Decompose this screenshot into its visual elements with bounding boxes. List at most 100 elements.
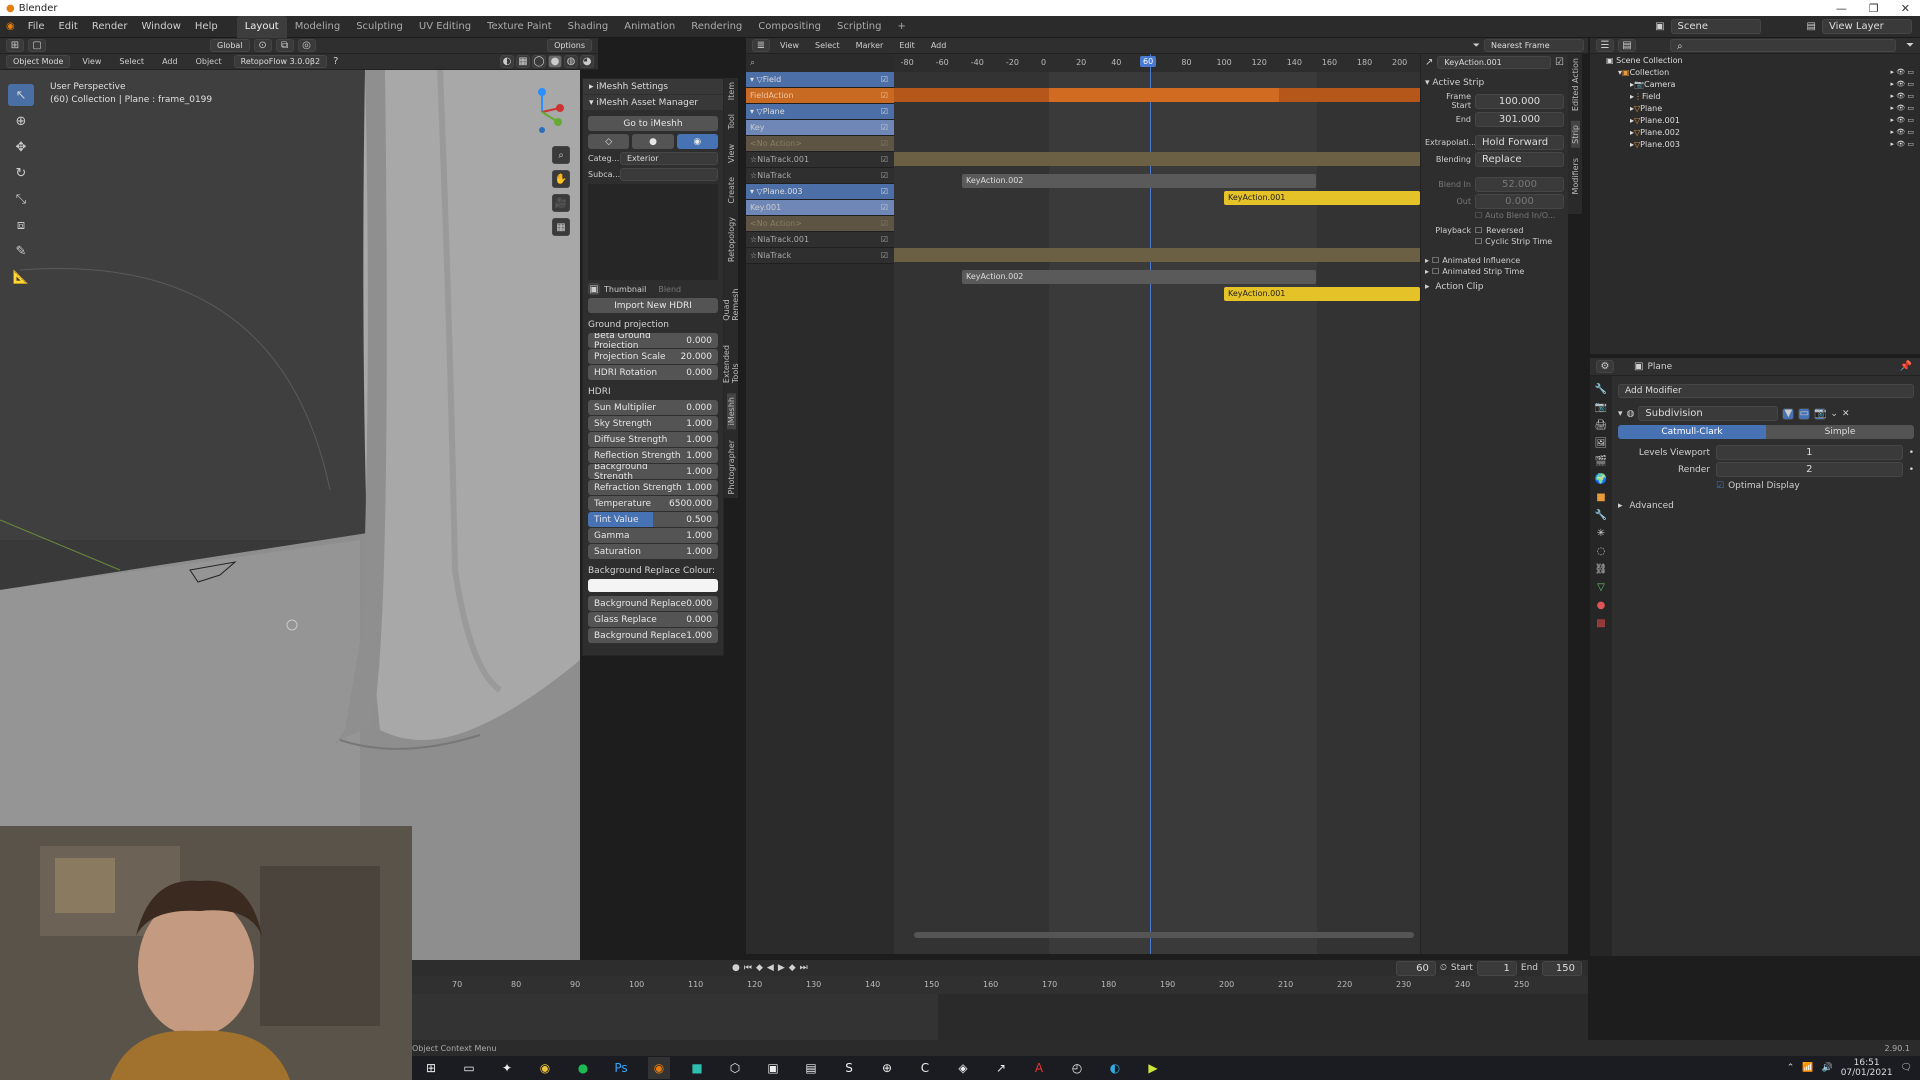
tab-animation[interactable]: Animation — [616, 16, 683, 38]
move-tool-icon[interactable]: ✥ — [8, 136, 34, 158]
output-icon[interactable]: 🖨 — [1595, 420, 1608, 431]
ortho-grid-icon[interactable]: ▦ — [552, 218, 570, 236]
app-icon[interactable]: ▤ — [800, 1057, 822, 1079]
texture-icon[interactable]: ▩ — [1596, 618, 1605, 629]
pin-icon[interactable]: 📌 — [1900, 361, 1920, 372]
menu-window[interactable]: Window — [134, 16, 187, 38]
tab-layout[interactable]: Layout — [236, 15, 287, 38]
add-modifier-dropdown[interactable]: Add Modifier — [1618, 384, 1914, 398]
nla-menu-select[interactable]: Select — [809, 41, 846, 50]
outliner-search[interactable]: ⌕ — [1670, 39, 1896, 52]
extrapolation-dropdown[interactable]: Hold Forward — [1475, 135, 1564, 150]
diffuse-strength-field[interactable]: Diffuse Strength 1.000 — [588, 432, 718, 447]
tab-quad-remesh[interactable]: Quad Remesh — [722, 272, 740, 325]
imesh-settings-header[interactable]: ▸ iMeshh Settings — [583, 79, 723, 94]
projection-scale-field[interactable]: Projection Scale 20.000 — [588, 349, 718, 364]
xray-icon[interactable]: ▦ — [516, 55, 530, 68]
strip-mute-checkbox[interactable]: ☑ — [1555, 57, 1564, 68]
nla-menu-edit[interactable]: Edit — [893, 41, 921, 50]
track-mute-checkbox[interactable]: ☑ — [881, 139, 888, 148]
auto-blend-row[interactable]: ☐ Auto Blend In/O... — [1475, 211, 1564, 220]
blender-menu-icon[interactable]: ◉ — [0, 21, 21, 32]
background-replace-field-2[interactable]: Background Replace 1.000 — [588, 628, 718, 643]
nla-menu-marker[interactable]: Marker — [850, 41, 890, 50]
collapse-chevron-icon[interactable]: ▾ — [1618, 409, 1623, 419]
playhead-frame[interactable]: 60 — [1140, 56, 1157, 67]
acrobat-icon[interactable]: A — [1028, 1057, 1050, 1079]
tint-value-slider[interactable]: Tint Value 0.500 — [588, 512, 718, 527]
auto-blend-checkbox[interactable]: ☐ — [1475, 211, 1482, 220]
network-icon[interactable]: 📶 — [1802, 1063, 1813, 1073]
nla-strip[interactable]: KeyAction.002 — [962, 174, 1316, 188]
measure-tool-icon[interactable]: 📐 — [8, 266, 34, 288]
nla-track-row[interactable]: Key.001 ☑ — [746, 200, 894, 216]
modifier-icon[interactable]: 🔧 — [1595, 510, 1607, 521]
modifier-remove-icon[interactable]: ✕ — [1842, 409, 1850, 419]
spotify-icon[interactable]: ● — [572, 1057, 594, 1079]
nla-track-row[interactable]: ☆ NlaTrack ☑ — [746, 248, 894, 264]
asset-preview-area[interactable] — [588, 184, 718, 280]
blending-dropdown[interactable]: Replace — [1475, 152, 1564, 167]
thumbnail-icon[interactable]: ▣ — [588, 283, 600, 295]
tab-create[interactable]: Create — [727, 173, 736, 208]
nla-track-row[interactable]: Key ☑ — [746, 120, 894, 136]
import-hdri-button[interactable]: Import New HDRI — [588, 298, 718, 313]
timeline-ruler[interactable]: 70 80 90 100 110 120 130 140 150 160 170 180 190 200 2… — [412, 976, 1588, 994]
end-frame-field[interactable]: 150 — [1542, 960, 1582, 976]
nla-strip-area[interactable]: -80-60-40-20020406080100120140160180200 … — [894, 54, 1420, 954]
solo-star-icon[interactable]: ☆ — [750, 171, 757, 180]
cyclic-row[interactable]: ☐ Cyclic Strip Time — [1475, 237, 1564, 246]
camera-view-icon[interactable]: 🎥 — [552, 194, 570, 212]
goto-imesh-button[interactable]: Go to iMeshh — [588, 116, 718, 131]
advanced-panel[interactable]: ▸ Advanced — [1618, 501, 1914, 511]
track-mute-checkbox[interactable]: ☑ — [881, 203, 888, 212]
tab-retopology[interactable]: Retopology — [727, 213, 736, 266]
viewport-menu-select[interactable]: Select — [113, 57, 150, 66]
sun-multiplier-field[interactable]: Sun Multiplier 0.000 — [588, 400, 718, 415]
shading-rendered-icon[interactable]: ◕ — [580, 55, 594, 68]
keyframe-dot-icon[interactable]: • — [1909, 448, 1914, 458]
prev-key-icon[interactable]: ◆ — [756, 963, 763, 973]
solo-star-icon[interactable]: ☆ — [750, 235, 757, 244]
nla-track-row[interactable]: ☆ NlaTrack.001 ☑ — [746, 232, 894, 248]
menu-help[interactable]: Help — [188, 16, 225, 38]
nla-track-row[interactable]: ▾ ▽ Field ☑ — [746, 72, 894, 88]
rotate-tool-icon[interactable]: ↻ — [8, 162, 34, 184]
tab-view[interactable]: View — [727, 140, 736, 167]
tab-uv-editing[interactable]: UV Editing — [411, 16, 479, 38]
nla-menu-view[interactable]: View — [774, 41, 805, 50]
blend-in-field[interactable]: 52.000 — [1475, 177, 1564, 192]
nla-ruler[interactable]: -80 -60 -40 -20 0 20 40 60 80 100 120 140 160 180 200 — [894, 54, 1420, 72]
scene-props-icon[interactable]: 🎬 — [1595, 456, 1607, 467]
frame-start-field[interactable]: 100.000 — [1475, 93, 1564, 109]
snap-icon[interactable]: ⧉ — [275, 39, 294, 52]
nla-track-row[interactable]: ☆ NlaTrack ☑ — [746, 168, 894, 184]
visibility-toggle-icon[interactable]: ▸ 👁 ▭ — [1891, 92, 1914, 100]
viewport-menu-object[interactable]: Object — [190, 57, 228, 66]
levels-viewport-field[interactable]: 1 — [1716, 445, 1903, 460]
retopoflow-menu[interactable]: RetopoFlow 3.0.0β2 — [233, 55, 328, 68]
tab-rendering[interactable]: Rendering — [683, 16, 750, 38]
viewport-toggle-icon[interactable]: ▭ — [1798, 407, 1811, 420]
blender-taskbar-icon[interactable]: ◉ — [648, 1057, 670, 1079]
subdivision-modifier-header[interactable]: ▾ ◍ Subdivision ▼ ▭ 📷 ⌄ ✕ — [1618, 406, 1914, 421]
shading-solid-icon[interactable]: ● — [548, 55, 562, 68]
visibility-toggle-icon[interactable]: ▸ 👁 ▭ — [1891, 116, 1914, 124]
glass-replace-field[interactable]: Glass Replace 0.000 — [588, 612, 718, 627]
record-icon[interactable]: ● — [732, 963, 740, 973]
track-mute-checkbox[interactable]: ☑ — [881, 235, 888, 244]
view-layer-icon[interactable]: 🖼 — [1595, 438, 1608, 449]
outliner-item[interactable]: ▸ ▽ Plane.002 ▸ 👁 ▭ — [1590, 126, 1920, 138]
outliner-filter-icon[interactable]: ⏷ — [1900, 40, 1920, 51]
viewport-overlays-icon[interactable]: ◐ — [500, 55, 514, 68]
track-mute-checkbox[interactable]: ☑ — [881, 219, 888, 228]
tab-imesh[interactable]: iMeshh — [726, 393, 736, 430]
reversed-checkbox[interactable]: ☐ — [1475, 226, 1482, 235]
nla-track-row[interactable]: <No Action> ☑ — [746, 136, 894, 152]
volume-icon[interactable]: 🔊 — [1821, 1063, 1832, 1073]
playhead-line[interactable] — [1150, 54, 1151, 954]
hdri-type-icon[interactable]: ◉ — [676, 134, 718, 149]
category-dropdown[interactable]: Exterior — [620, 152, 718, 165]
constraints-icon[interactable]: ⛓ — [1595, 564, 1608, 575]
thumbnail-label[interactable]: Thumbnail — [604, 285, 646, 294]
